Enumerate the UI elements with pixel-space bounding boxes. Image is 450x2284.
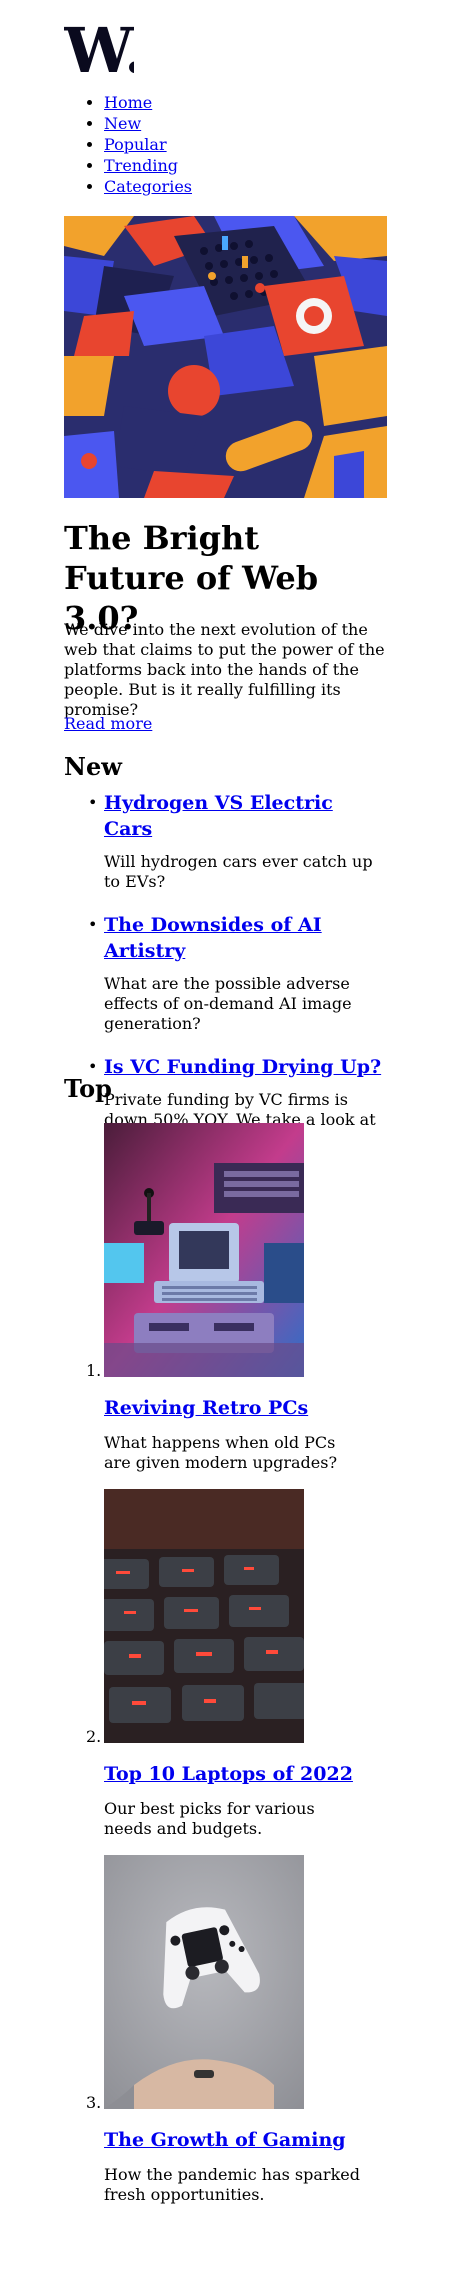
- new-articles-list: • Hydrogen VS Electric Cars Will hydroge…: [64, 790, 387, 1150]
- article-title: Reviving Retro PCs: [104, 1395, 387, 1421]
- article-summary: Our best picks for various needs and bud…: [104, 1799, 315, 1838]
- article-title: Is VC Funding Drying Up?: [104, 1054, 387, 1080]
- read-more-link[interactable]: Read more: [64, 714, 152, 734]
- list-item: 1. Reviving Retro PCs What happens when …: [64, 1123, 387, 1473]
- list-number: 1.: [86, 1361, 102, 1380]
- article-title: Hydrogen VS Electric Cars: [104, 790, 387, 842]
- list-number: 3.: [86, 2093, 102, 2112]
- article-link[interactable]: The Downsides of AI Artistry: [104, 914, 322, 962]
- nav-item-popular: Popular: [104, 134, 192, 155]
- svg-text:W.: W.: [64, 22, 134, 78]
- hero-description: We dive into the next evolution of the w…: [64, 620, 385, 719]
- hero-image: [64, 216, 387, 498]
- main-nav: Home New Popular Trending Categories: [64, 92, 192, 197]
- article-link[interactable]: Reviving Retro PCs: [104, 1397, 308, 1419]
- retro-pc-image[interactable]: [104, 1123, 304, 1377]
- article-summary: What are the possible adverse effects of…: [104, 974, 352, 1033]
- top-section-heading: Top: [64, 1074, 112, 1103]
- game-controller-image[interactable]: [104, 1855, 304, 2109]
- nav-link-new[interactable]: New: [104, 114, 141, 133]
- article-title: The Downsides of AI Artistry: [104, 912, 387, 964]
- article-summary: What happens when old PCs are given mode…: [104, 1433, 338, 1472]
- bullet-icon: •: [88, 793, 98, 812]
- article-title: Top 10 Laptops of 2022: [104, 1761, 387, 1787]
- keyboard-image[interactable]: [104, 1489, 304, 1743]
- article-summary: How the pandemic has sparked fresh oppor…: [104, 2165, 360, 2204]
- article-summary: Will hydrogen cars ever catch up to EVs?: [104, 852, 373, 891]
- nav-link-home[interactable]: Home: [104, 93, 152, 112]
- top-articles-list: 1. Reviving Retro PCs What happens when …: [64, 1123, 387, 2205]
- list-item: • Hydrogen VS Electric Cars Will hydroge…: [64, 790, 387, 892]
- nav-link-popular[interactable]: Popular: [104, 135, 167, 154]
- article-link[interactable]: Top 10 Laptops of 2022: [104, 1763, 353, 1785]
- bullet-icon: •: [88, 915, 98, 934]
- article-link[interactable]: The Growth of Gaming: [104, 2129, 346, 2151]
- nav-link-trending[interactable]: Trending: [104, 156, 178, 175]
- nav-item-trending: Trending: [104, 155, 192, 176]
- nav-item-new: New: [104, 113, 192, 134]
- list-item: • The Downsides of AI Artistry What are …: [64, 912, 387, 1034]
- list-item: 2. Top 10 Laptops of 2022 Our best picks…: [64, 1489, 387, 1839]
- list-number: 2.: [86, 1727, 102, 1746]
- nav-item-home: Home: [104, 92, 192, 113]
- new-section-heading: New: [64, 752, 122, 781]
- article-link[interactable]: Hydrogen VS Electric Cars: [104, 792, 333, 840]
- nav-item-categories: Categories: [104, 176, 192, 197]
- article-title: The Growth of Gaming: [104, 2127, 387, 2153]
- logo[interactable]: W.: [64, 22, 134, 78]
- list-item: 3. The Growth of Gaming How the pandemic…: [64, 1855, 387, 2205]
- article-link[interactable]: Is VC Funding Drying Up?: [104, 1056, 381, 1078]
- nav-link-categories[interactable]: Categories: [104, 177, 192, 196]
